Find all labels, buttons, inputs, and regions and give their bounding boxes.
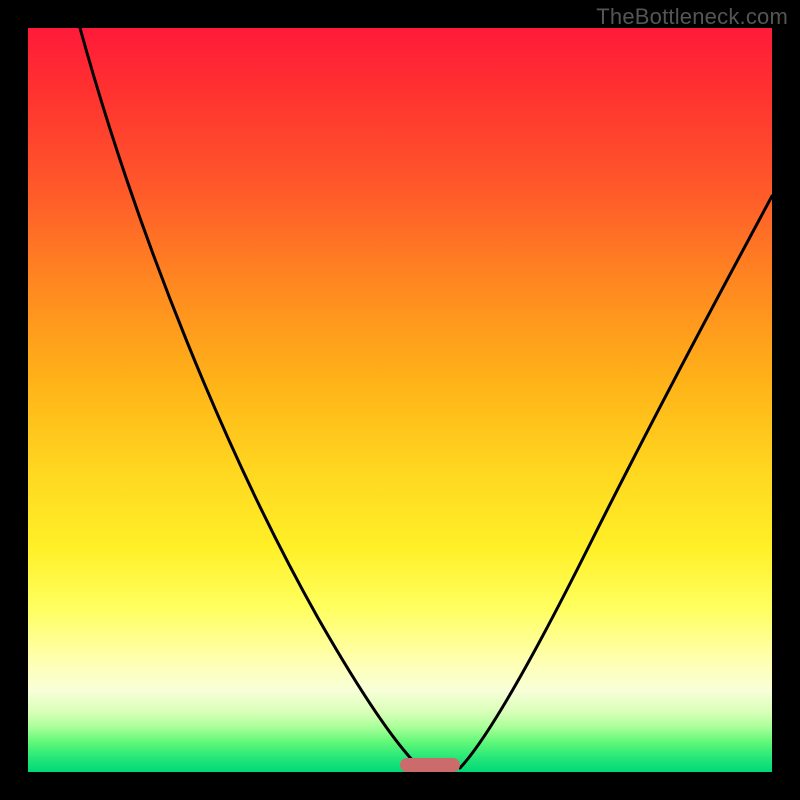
- chart-frame: TheBottleneck.com: [0, 0, 800, 800]
- left-curve: [80, 28, 420, 768]
- curve-layer: [28, 28, 772, 772]
- right-curve: [460, 196, 772, 768]
- plot-area: [28, 28, 772, 772]
- watermark-text: TheBottleneck.com: [596, 4, 788, 30]
- bottleneck-marker: [400, 758, 460, 772]
